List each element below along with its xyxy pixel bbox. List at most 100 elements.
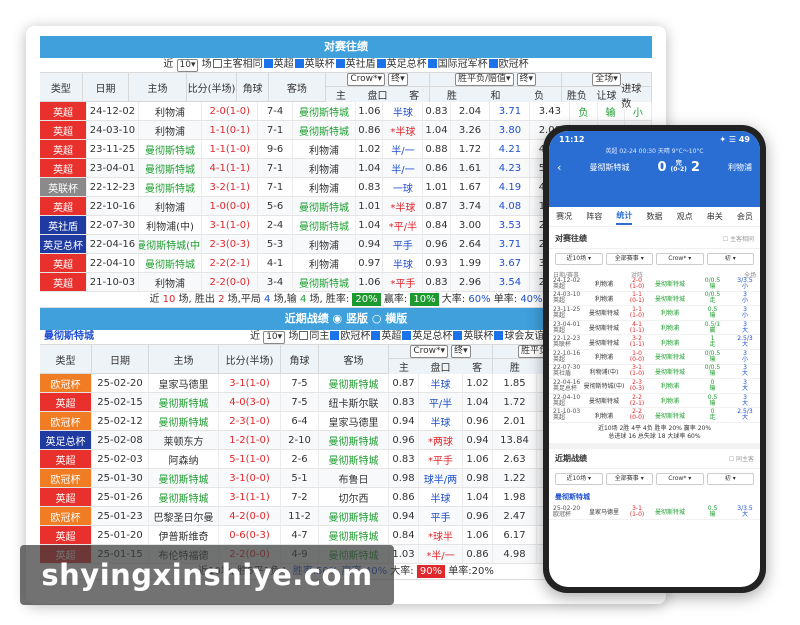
phone-away: 曼彻斯特城 [654,281,685,289]
away-odds: 0.96 [463,412,493,430]
term-select[interactable]: 终▾ [451,345,471,358]
col-score: 比分(半场) [219,345,281,373]
col-result-group: 全场▾ 胜负 让球 进球数 [562,73,652,110]
phone-recent-same-checkbox[interactable]: ☐ 同主客 [729,454,754,463]
phone-filter-2[interactable]: Crow* ▾ [656,253,704,265]
phone-row-date: 22-04-10 英超 [553,394,583,407]
h2h-filter-checkbox-4[interactable] [376,59,386,68]
phone-mockup: 11:12 ✦ ☰ 49 英超 02-24 00:30 天晴 9°C～10°C … [543,125,766,593]
recent-filter-checkbox-3[interactable] [402,331,412,340]
company-select[interactable]: Crow*▾ [410,345,449,358]
match-score: 2-3(0-3) [202,235,259,253]
recent-filter-checkbox-5[interactable] [494,331,504,340]
h2h-filter-option-1[interactable]: 英超 [274,59,294,70]
home-odds: 0.83 [389,450,419,468]
h2h-filter-count-select[interactable]: 10▾ [176,59,199,72]
phone-match-row: 21-10-03 英超 利物浦 2-2 (0-0) 曼彻斯特城 0 走 2.5/3 大 [549,408,760,423]
result-select[interactable]: 全场▾ [592,73,621,86]
phone-filter-3[interactable]: 初 ▾ [706,253,754,265]
phone-tab-1[interactable]: 阵容 [586,211,602,222]
col-company-row: Crow*▾ 终▾ [389,345,492,359]
match-date: 25-02-08 [92,431,149,449]
phone-filter-0[interactable]: 近10场 ▾ [555,253,603,265]
term-select[interactable]: 终▾ [388,73,408,86]
h2h-filter-checkbox-0[interactable] [212,59,222,68]
away-team: 曼彻斯特城 [293,121,357,139]
recent-filter-checkbox-1[interactable] [330,331,340,340]
match-date: 21-10-03 [87,273,139,291]
league-badge: 英超 [40,393,92,411]
phone-ou-result: 小 [741,311,748,319]
h2h-filter-checkbox-1[interactable] [263,59,273,68]
odds-type-select[interactable]: 胜平负/赔值▾ [454,73,514,86]
handicap-line: 半/一 [383,140,424,158]
away-team: 皇家马德里 [319,412,389,430]
h2h-filter-option-5[interactable]: 国际冠军杯 [438,59,488,70]
win-odds: 1.22 [493,469,537,487]
h2h-filter-checkbox-6[interactable] [488,59,498,68]
win-odds: 1.67 [451,178,491,196]
recent-filter-option-4[interactable]: 英联杯 [463,331,493,342]
phone-filter-3[interactable]: 初 ▾ [706,472,754,485]
phone-score-ht: (0-0) [629,355,645,363]
phone-tab-6[interactable]: 会员 [737,211,753,222]
match-date: 24-12-02 [87,102,139,120]
phone-score-ht: (0-3) [629,384,645,392]
col-1x2-row: 胜平负/赔值▾终▾ [430,73,561,87]
h2h-filter-option-4[interactable]: 英足总杯 [387,59,427,70]
phone-filter-0[interactable]: 近10场 ▾ [555,472,603,485]
league-badge: 英足总杯 [40,235,88,253]
recent-filter-option-3[interactable]: 英足总杯 [412,331,452,342]
h2h-filter-checkbox-2[interactable] [294,59,304,68]
phone-away: 曼彻斯特城 [654,368,685,376]
sum-text: 近 [149,294,163,305]
handicap-line: *两球 [419,431,463,449]
phone-away: 利物浦 [660,325,679,333]
phone-ou-result: 大 [741,370,748,378]
col-sub: 客 [409,91,420,102]
phone-tab-5[interactable]: 串关 [707,211,723,222]
phone-filter-1[interactable]: 全部赛事 ▾ [605,472,653,485]
win-odds: 3.26 [451,121,491,139]
h2h-filter-option-3[interactable]: 英社盾 [346,59,376,70]
phone-tab-0[interactable]: 赛况 [556,211,572,222]
phone-away: 曼彻斯特城 [654,295,685,303]
phone-score-ht: (1-0) [629,311,645,319]
tab-vertical-radio[interactable]: ◉ [333,312,343,325]
phone-tab-3[interactable]: 数据 [646,211,662,222]
recent-filter-option-1[interactable]: 欧冠杯 [340,331,370,342]
away-team: 利物浦 [293,178,357,196]
back-arrow-icon[interactable]: ‹ [557,161,561,174]
recent-filter-checkbox-2[interactable] [371,331,381,340]
recent-filter-checkbox-0[interactable] [299,331,309,340]
phone-filter-1[interactable]: 全部赛事 ▾ [605,253,653,265]
phone-filter-2[interactable]: Crow* ▾ [656,472,704,485]
h2h-filter-option-6[interactable]: 欧冠杯 [499,59,529,70]
phone-tab-2[interactable]: 统计 [616,209,633,225]
away-team[interactable]: 利物浦 [728,162,752,173]
home-team[interactable]: 曼彻斯特城 [589,162,629,173]
result-hdp: 输 [598,102,625,120]
col-1x2-sub: 胜和负 [430,87,561,102]
recent-filter-option-2[interactable]: 英超 [381,331,401,342]
h2h-filter-option-2[interactable]: 英联杯 [305,59,335,70]
company-select[interactable]: Crow*▾ [347,73,386,86]
col-company-row: Crow*▾ 终▾ [326,73,429,87]
home-odds: 1.01 [356,197,384,215]
h2h-filter-option-0[interactable]: 主客相同 [223,59,263,70]
col-corner: 角球 [237,73,269,101]
h2h-filter-checkbox-5[interactable] [427,59,437,68]
h2h-filter-checkbox-3[interactable] [335,59,345,68]
tab-horizontal[interactable]: 横版 [385,312,407,325]
recent-filter-checkbox-4[interactable] [453,331,463,340]
phone-tab-4[interactable]: 观点 [677,211,693,222]
phone-score: 3-1 (1-0) [625,365,649,377]
tab-vertical[interactable]: 竖版 [346,312,368,325]
recent-filter-option-0[interactable]: 同主 [309,331,329,342]
recent-filter-option-5[interactable]: 球会友谊 [504,331,544,342]
tab-horizontal-radio[interactable]: ○ [372,312,382,325]
phone-h2h-same-checkbox[interactable]: ☐ 主客相同 [723,234,754,243]
away-team: 利物浦 [293,159,357,177]
recent-filter-count-select[interactable]: 10▾ [263,331,286,344]
term2-select[interactable]: 终▾ [516,73,537,86]
